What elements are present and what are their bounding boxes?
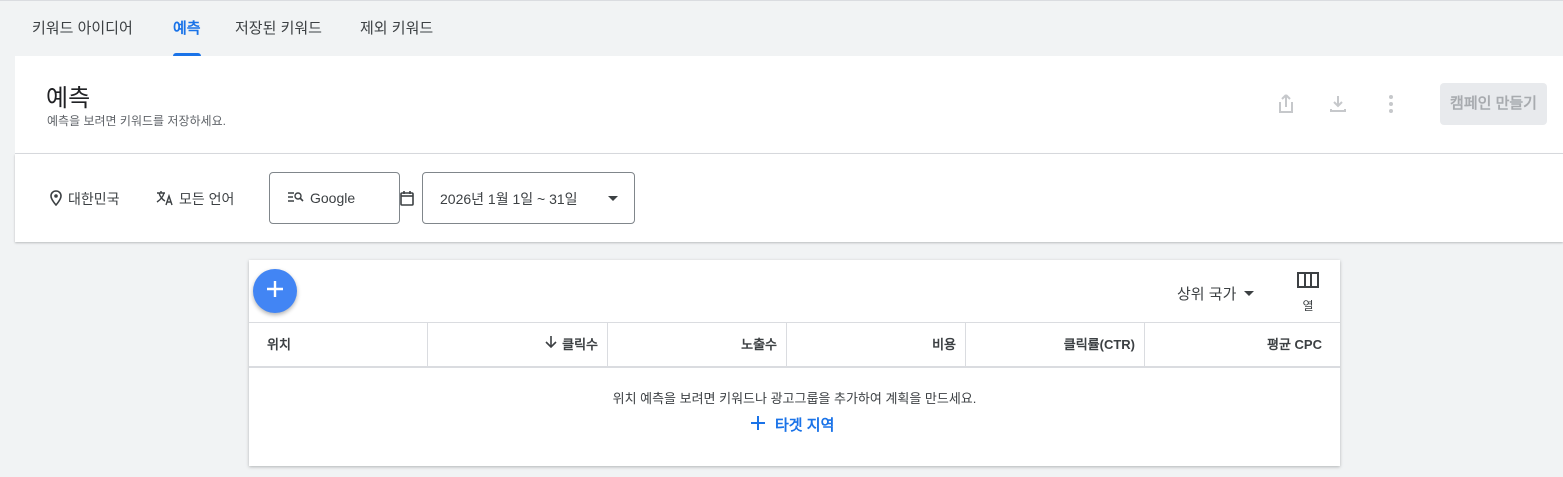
forecast-table-card: 상위 국가 열 위치 클릭수 노출수 비용 클릭률(CTR) 평균 CPC 위치…: [249, 260, 1340, 466]
location-filter[interactable]: 대한민국: [49, 189, 120, 209]
location-pin-icon: [49, 189, 63, 209]
language-label: 모든 언어: [179, 191, 235, 207]
column-header-clicks[interactable]: 클릭수: [428, 323, 608, 367]
plus-icon: [265, 279, 285, 304]
chevron-down-icon: [1244, 291, 1255, 296]
column-header-location[interactable]: 위치: [249, 323, 428, 367]
tab-negative-keywords[interactable]: 제외 키워드: [360, 1, 433, 56]
calendar-icon: [400, 190, 414, 211]
arrow-down-icon: [545, 323, 557, 367]
search-network-select[interactable]: Google: [269, 172, 400, 224]
column-header-cost[interactable]: 비용: [787, 323, 966, 367]
columns-icon: [1297, 272, 1319, 292]
column-header-avg-cpc[interactable]: 평균 CPC: [1145, 323, 1340, 367]
columns-label: 열: [1302, 299, 1314, 313]
columns-button[interactable]: 열: [1294, 272, 1322, 314]
page-subtitle: 예측을 보려면 키워드를 저장하세요.: [47, 114, 226, 128]
date-range-select[interactable]: 2026년 1월 1일 ~ 31일: [422, 172, 635, 224]
tab-saved-keywords[interactable]: 저장된 키워드: [235, 1, 322, 56]
page-title: 예측: [46, 85, 91, 112]
tab-keyword-ideas[interactable]: 키워드 아이디어: [32, 1, 133, 56]
filter-bar: 대한민국 모든 언어 Google 2026년 1월 1일 ~ 31일: [15, 154, 1563, 242]
language-filter[interactable]: 모든 언어: [156, 189, 234, 209]
chevron-down-icon: [608, 196, 618, 201]
column-header-impressions[interactable]: 노출수: [608, 323, 787, 367]
plus-icon: [750, 415, 766, 435]
column-header-clicks-label: 클릭수: [562, 337, 598, 352]
location-label: 대한민국: [68, 191, 120, 207]
column-header-ctr[interactable]: 클릭률(CTR): [966, 323, 1145, 367]
more-vert-icon[interactable]: [1379, 92, 1403, 116]
forecast-header: 예측 예측을 보려면 키워드를 저장하세요. 캠페인 만들기: [15, 56, 1563, 154]
download-icon[interactable]: [1326, 92, 1350, 116]
segment-label: 상위 국가: [1177, 286, 1237, 303]
share-icon[interactable]: [1274, 92, 1298, 116]
table-header: 위치 클릭수 노출수 비용 클릭률(CTR) 평균 CPC: [249, 322, 1340, 368]
add-target-location-link[interactable]: 타겟 지역: [750, 414, 834, 435]
add-target-label: 타겟 지역: [775, 417, 835, 434]
tab-forecast[interactable]: 예측: [173, 1, 201, 56]
translate-icon: [156, 190, 174, 209]
tab-bar: 키워드 아이디어 예측 저장된 키워드 제외 키워드: [0, 0, 1563, 56]
create-campaign-button[interactable]: 캠페인 만들기: [1440, 83, 1547, 125]
search-network-icon: [288, 190, 304, 206]
segment-select[interactable]: 상위 국가: [1177, 283, 1255, 304]
network-label: Google: [310, 190, 356, 206]
date-range-label: 2026년 1월 1일 ~ 31일: [440, 191, 578, 207]
empty-state-message: 위치 예측을 보려면 키워드나 광고그룹을 추가하여 계획을 만드세요.: [612, 391, 977, 406]
add-button[interactable]: [253, 269, 297, 313]
